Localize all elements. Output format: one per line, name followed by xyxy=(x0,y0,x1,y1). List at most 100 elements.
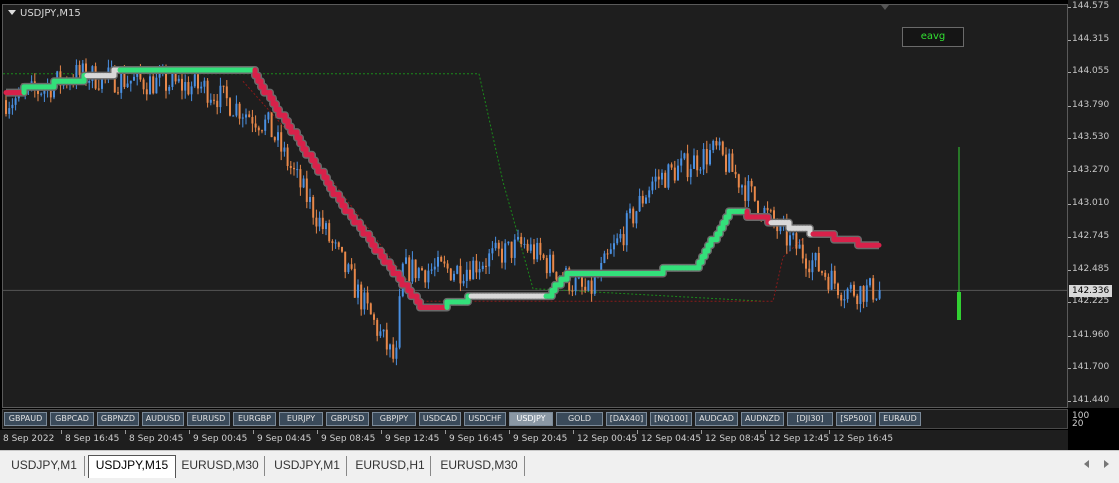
candle-body xyxy=(657,176,660,180)
candle-body xyxy=(817,252,820,272)
chart-plot-area[interactable]: USDJPY,M15 eavg xyxy=(2,4,1068,408)
candle-body xyxy=(232,115,235,117)
price-tick-label: 144.315 xyxy=(1067,33,1110,44)
candle-body xyxy=(545,258,548,274)
time-tick-label: 12 Sep 04:45 xyxy=(636,430,702,444)
candle-body xyxy=(385,329,388,350)
candle-body xyxy=(485,265,487,267)
candle-body xyxy=(629,208,631,214)
symbol-button-audnzd[interactable]: AUDNZD xyxy=(741,412,784,426)
candle-body xyxy=(392,344,395,359)
price-tick-label: 141.960 xyxy=(1067,329,1110,340)
symbol-button-gbpcad[interactable]: GBPCAD xyxy=(50,412,94,426)
candle-body xyxy=(865,285,868,302)
candle-body xyxy=(661,172,663,180)
candle-body xyxy=(862,286,865,302)
candle-body xyxy=(693,155,695,169)
symbol-button-gbpusd[interactable]: GBPUSD xyxy=(326,412,369,426)
candle-body xyxy=(251,117,254,124)
candle-body xyxy=(449,268,452,281)
candle-body xyxy=(331,241,334,243)
candle-body xyxy=(257,127,260,131)
symbol-button-gold[interactable]: GOLD xyxy=(556,412,603,426)
symbol-button-usdchf[interactable]: USDCHF xyxy=(464,412,506,426)
symbol-button-dji30[interactable]: [DJI30] xyxy=(787,412,833,426)
chart-tab-bar: USDJPY,M1 USDJPY,M15 EURUSD,M30 USDJPY,M1 EU… xyxy=(0,450,1119,483)
candle-body xyxy=(878,290,881,299)
candle-body xyxy=(5,100,7,114)
candle-body xyxy=(315,217,318,227)
candle-body xyxy=(344,251,347,273)
tab-scroll-right-icon[interactable] xyxy=(1104,460,1109,468)
candle-body xyxy=(849,284,852,289)
symbol-button-gbpnzd[interactable]: GBPNZD xyxy=(97,412,139,426)
symbol-button-dax40[interactable]: [DAX40] xyxy=(606,412,647,426)
candle-body xyxy=(440,257,443,262)
chart-tab[interactable]: EURUSD,M30 xyxy=(434,456,525,476)
symbol-button-eurjpy[interactable]: EURJPY xyxy=(279,412,323,426)
tab-scroll-left-icon[interactable] xyxy=(1084,460,1089,468)
symbol-button-audusd[interactable]: AUDUSD xyxy=(142,412,184,426)
candle-body xyxy=(872,278,875,300)
candle-body xyxy=(417,268,420,279)
candle-body xyxy=(97,88,100,90)
candle-body xyxy=(789,235,791,246)
candle-body xyxy=(363,292,366,310)
candle-body xyxy=(584,286,587,291)
chart-tab[interactable]: EURUSD,H1 xyxy=(350,456,431,476)
candle-body xyxy=(155,77,158,94)
candle-body xyxy=(680,158,683,166)
candle-body xyxy=(606,253,609,255)
candle-body xyxy=(117,92,119,94)
chart-tab[interactable]: EURUSD,M30 xyxy=(176,456,265,476)
candle-body xyxy=(78,64,81,75)
candle-body xyxy=(702,149,705,170)
candle-body xyxy=(382,329,385,332)
candle-body xyxy=(280,132,283,152)
candle-body xyxy=(248,114,251,118)
candle-body xyxy=(539,242,542,255)
symbol-button-eurgbp[interactable]: EURGBP xyxy=(233,412,276,426)
price-tick-label: 143.530 xyxy=(1067,132,1110,143)
candle-body xyxy=(603,253,606,263)
chart-tab[interactable]: USDJPY,M15 xyxy=(88,455,176,478)
candle-body xyxy=(805,258,807,269)
chart-window[interactable]: USDJPY,M15 eavg 144.575 144.315 144.055 143… xyxy=(0,0,1119,450)
candle-body xyxy=(536,242,539,260)
candle-body xyxy=(488,253,491,267)
chart-tab[interactable]: USDJPY,M1 xyxy=(268,456,347,476)
candle-body xyxy=(309,197,311,202)
candle-body xyxy=(11,104,14,109)
symbol-button-audcad[interactable]: AUDCAD xyxy=(695,412,738,426)
time-axis[interactable]: 8 Sep 2022 8 Sep 16:45 8 Sep 20:45 9 Sep 00… xyxy=(0,430,1068,450)
chart-menu-arrow-icon[interactable] xyxy=(8,10,16,15)
symbol-button-eurusd[interactable]: EURUSD xyxy=(187,412,230,426)
chart-shift-marker-icon[interactable] xyxy=(881,5,889,10)
candle-body xyxy=(312,197,315,218)
chart-tab[interactable]: USDJPY,M1 xyxy=(4,456,85,476)
symbol-button-euraud[interactable]: EURAUD xyxy=(879,412,921,426)
candle-body xyxy=(587,280,590,291)
candle-body xyxy=(395,347,398,359)
price-axis[interactable]: 144.575 144.315 144.055 143.790 143.530 143.2… xyxy=(1067,0,1119,408)
candle-body xyxy=(542,254,545,259)
candle-body xyxy=(238,103,241,119)
symbol-button-sp500[interactable]: [SP500] xyxy=(836,412,876,426)
candle-body xyxy=(686,153,689,178)
candle-body xyxy=(40,93,43,95)
candle-body xyxy=(497,242,500,249)
symbol-button-gbpjpy[interactable]: GBPJPY xyxy=(372,412,416,426)
symbol-button-nq100[interactable]: [NQ100] xyxy=(650,412,692,426)
chart-title[interactable]: USDJPY,M15 xyxy=(8,8,81,19)
candle-body xyxy=(824,272,827,277)
symbol-button-usdjpy[interactable]: USDJPY xyxy=(509,412,553,426)
symbol-button-gbpaud[interactable]: GBPAUD xyxy=(4,412,47,426)
symbol-button-usdcad[interactable]: USDCAD xyxy=(419,412,461,426)
candle-body xyxy=(350,264,353,269)
indicator-label-eavg[interactable]: eavg xyxy=(902,27,964,47)
candle-body xyxy=(328,223,331,242)
candle-body xyxy=(501,248,503,263)
candle-body xyxy=(750,180,753,187)
candle-body xyxy=(728,153,731,172)
candle-body xyxy=(472,260,475,280)
